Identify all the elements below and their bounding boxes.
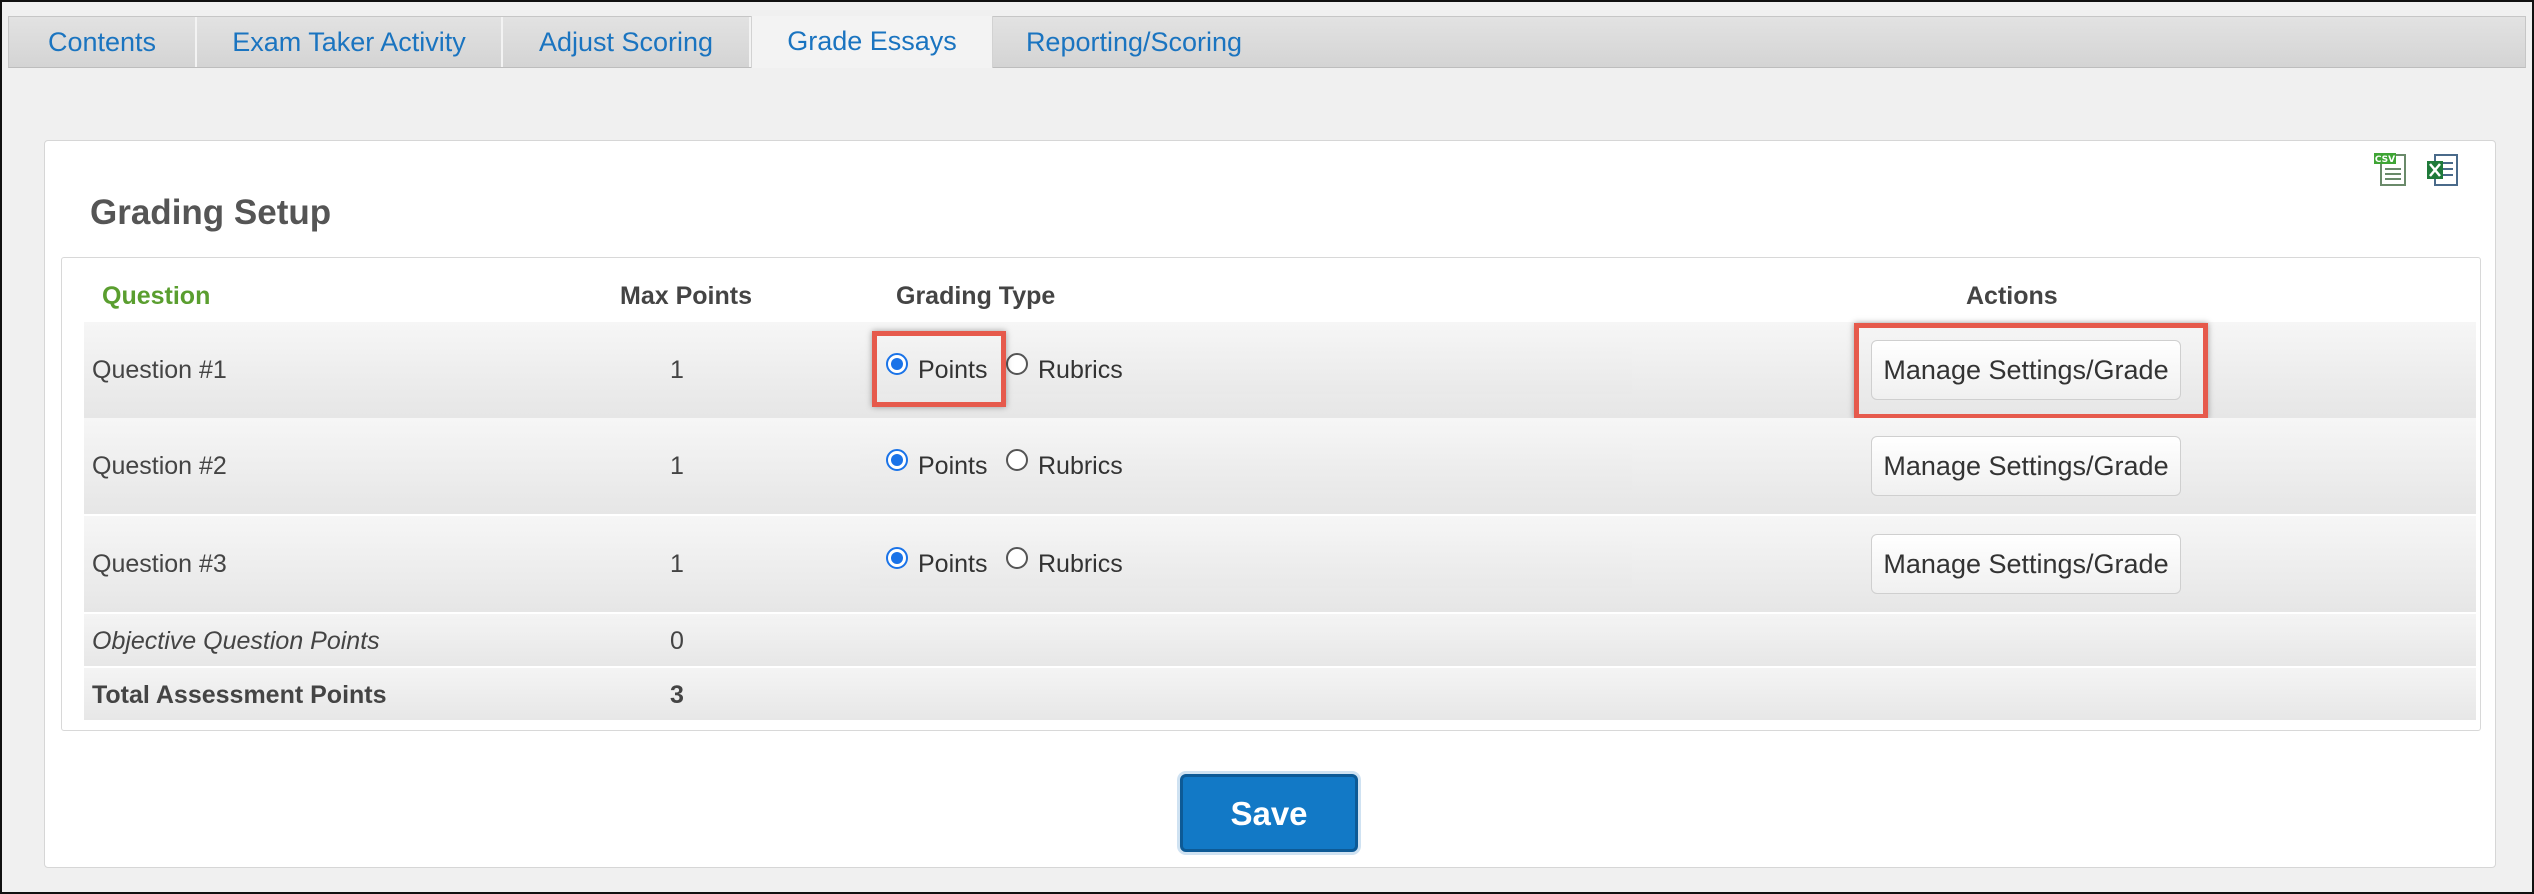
summary-value: 3 (670, 681, 684, 709)
rubrics-radio-label[interactable]: Rubrics (1038, 356, 1123, 385)
tab-bar: Contents Exam Taker Activity Adjust Scor… (8, 16, 2526, 68)
points-radio-label[interactable]: Points (918, 550, 987, 579)
summary-row-total: Total Assessment Points 3 (84, 668, 2476, 720)
highlight-box (1854, 323, 2208, 419)
header-actions: Actions (1966, 282, 2058, 310)
points-radio-label[interactable]: Points (918, 452, 987, 481)
max-points-value: 1 (670, 452, 684, 480)
csv-export-icon[interactable]: CSV (2373, 151, 2409, 189)
summary-label: Total Assessment Points (92, 681, 387, 709)
points-radio[interactable] (886, 547, 908, 569)
header-max-points: Max Points (620, 282, 752, 310)
rubrics-radio[interactable] (1006, 547, 1028, 569)
question-name: Question #2 (92, 452, 227, 480)
app-frame: Contents Exam Taker Activity Adjust Scor… (0, 0, 2534, 894)
tab-reporting-scoring[interactable]: Reporting/Scoring (993, 17, 1275, 67)
rubrics-radio-label[interactable]: Rubrics (1038, 550, 1123, 579)
grading-setup-panel: Grading Setup CSV Question Max Points Gr… (44, 140, 2496, 868)
grading-table: Question Max Points Grading Type Actions… (61, 257, 2481, 731)
summary-row-objective: Objective Question Points 0 (84, 614, 2476, 666)
svg-text:CSV: CSV (2375, 155, 2395, 165)
table-row: Question #3 1 Points Rubrics Manage Sett… (84, 516, 2476, 612)
question-name: Question #3 (92, 550, 227, 578)
excel-export-icon[interactable] (2425, 151, 2461, 189)
manage-settings-grade-button[interactable]: Manage Settings/Grade (1871, 534, 2181, 594)
tab-adjust-scoring[interactable]: Adjust Scoring (503, 17, 751, 67)
highlight-box (872, 331, 1006, 407)
points-radio[interactable] (886, 449, 908, 471)
header-grading-type: Grading Type (896, 282, 1056, 310)
rubrics-radio-label[interactable]: Rubrics (1038, 452, 1123, 481)
max-points-value: 1 (670, 356, 684, 384)
rubrics-radio[interactable] (1006, 449, 1028, 471)
tab-grade-essays[interactable]: Grade Essays (751, 16, 993, 68)
header-question: Question (102, 282, 211, 310)
question-name: Question #1 (92, 356, 227, 384)
summary-label: Objective Question Points (92, 627, 380, 655)
table-row: Question #1 1 Points Rubrics Manage Sett… (84, 322, 2476, 419)
max-points-value: 1 (670, 550, 684, 578)
rubrics-radio[interactable] (1006, 353, 1028, 375)
table-row: Question #2 1 Points Rubrics Manage Sett… (84, 418, 2476, 514)
save-button[interactable]: Save (1180, 774, 1358, 852)
manage-settings-grade-button[interactable]: Manage Settings/Grade (1871, 436, 2181, 496)
tab-exam-taker-activity[interactable]: Exam Taker Activity (197, 17, 503, 67)
tab-contents[interactable]: Contents (9, 17, 197, 67)
summary-value: 0 (670, 627, 684, 655)
panel-title: Grading Setup (90, 193, 332, 232)
